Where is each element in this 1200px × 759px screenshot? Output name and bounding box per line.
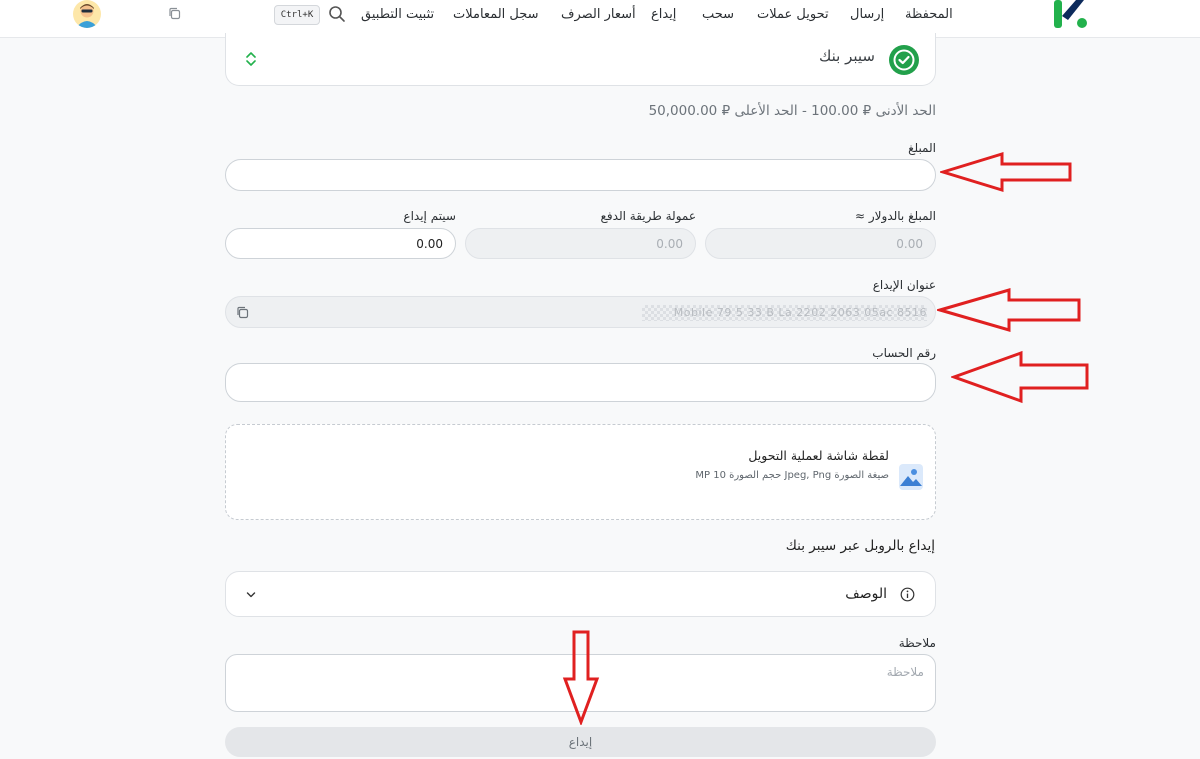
limit-separator: - [801,103,807,119]
nav-deposit[interactable]: إيداع [651,7,676,22]
note-label: ملاحظة [898,636,936,650]
screenshot-upload[interactable]: لقطة شاشة لعملية التحويل صيغة الصورة Jpe… [225,424,936,520]
max-limit-value: ₽ 50,000.00 [648,103,731,119]
description-accordion[interactable]: الوصف [225,571,936,617]
fee-field: 0.00 [465,228,696,259]
nav-withdraw[interactable]: سحب [702,7,734,22]
deposit-amount-field: 0.00 [225,228,456,259]
account-number-input[interactable] [225,363,936,402]
annotation-arrow-submit [562,630,600,725]
annotation-arrow-account [951,350,1089,404]
note-placeholder: ملاحظة [886,665,924,679]
search-icon[interactable] [328,5,346,23]
deposit-address-field[interactable]: Mobile 79 5 33 B La 2202 2063 05ac 8516 [225,296,936,328]
bank-check-icon [889,45,919,75]
deposit-limits: الحد الأدنى ₽ 100.00 - الحد الأعلى ₽ 50,… [648,103,936,119]
amount-input[interactable] [225,159,936,191]
nav-exchange[interactable]: تحويل عملات [757,7,829,22]
address-label: عنوان الإيداع [872,278,936,292]
search-shortcut[interactable]: Ctrl+K [274,5,320,25]
annotation-arrow-amount [940,151,1072,193]
usd-amount-field: 0.00 [705,228,936,259]
min-limit-value: ₽ 100.00 [811,103,872,119]
fee-label: عمولة طريقة الدفع [600,209,696,223]
select-updown-icon [246,52,256,66]
info-icon [900,587,915,602]
deposit-address-value: Mobile 79 5 33 B La 2202 2063 05ac 8516 [642,305,927,321]
copy-address-icon[interactable] [236,306,249,319]
bank-name: سيبر بنك [818,47,875,65]
min-limit-label: الحد الأدنى [875,103,936,119]
chevron-down-icon [246,592,256,598]
fee-value: 0.00 [656,237,683,251]
max-limit-label: الحد الأعلى [734,103,798,119]
image-icon [899,464,923,490]
copy-icon[interactable] [168,7,181,20]
upload-hint: صيغة الصورة Jpeg, Png حجم الصورة 10 MP [695,470,889,481]
nav-history[interactable]: سجل المعاملات [453,7,539,22]
description-label: الوصف [845,586,887,602]
deposit-submit-button[interactable]: إيداع [225,727,936,757]
upload-title: لقطة شاشة لعملية التحويل [748,448,889,463]
deposit-amount-value: 0.00 [416,237,443,251]
user-avatar[interactable] [73,0,101,28]
usd-amount-label: المبلغ بالدولار ≈ [855,209,936,223]
app-logo[interactable] [1052,0,1088,30]
nav-send[interactable]: إرسال [850,7,884,22]
nav-install-app[interactable]: تثبيت التطبيق [361,7,434,22]
annotation-arrow-address [937,288,1081,332]
amount-label: المبلغ [908,141,936,155]
bank-selector[interactable]: سيبر بنك [225,33,936,86]
nav-rates[interactable]: أسعار الصرف [561,7,636,22]
usd-amount-value: 0.00 [896,237,923,251]
avatar-icon [73,0,101,28]
account-number-label: رقم الحساب [872,346,936,360]
nav-wallet[interactable]: المحفظة [905,7,953,22]
section-title: إيداع بالروبل عبر سيبر بنك [785,538,935,554]
deposit-amount-label: سيتم إيداع [403,209,456,223]
